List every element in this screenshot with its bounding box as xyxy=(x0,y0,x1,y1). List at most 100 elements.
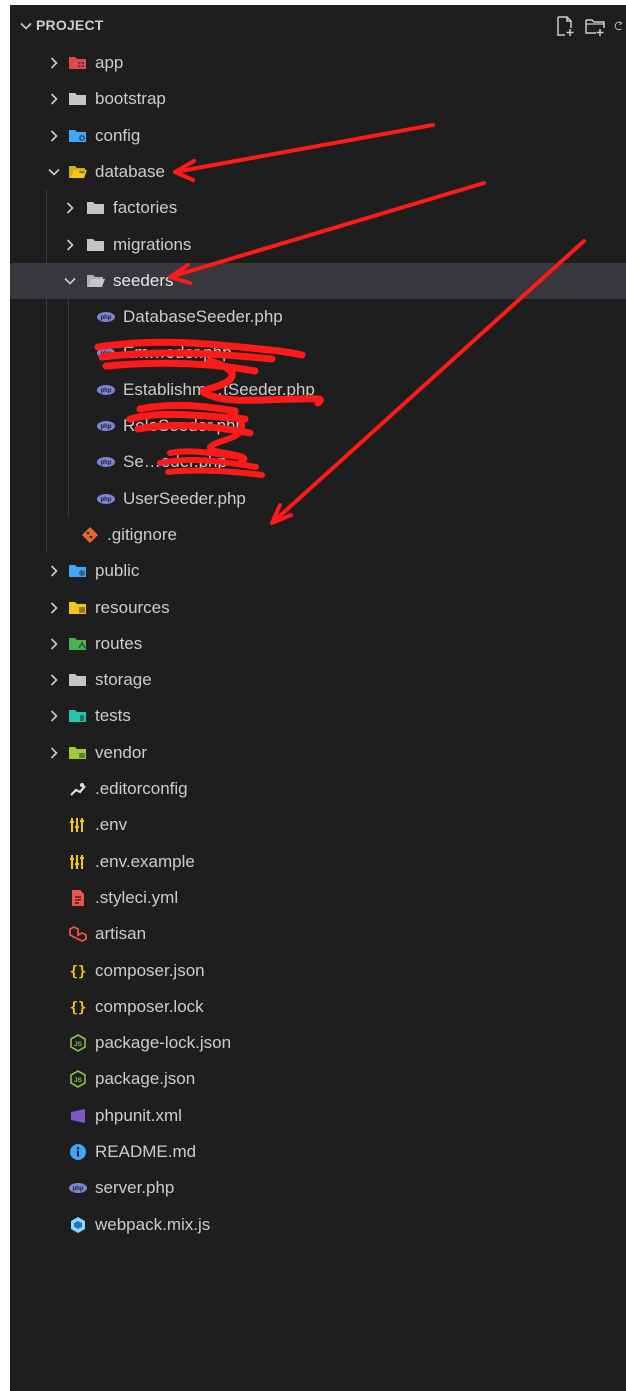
tree-file[interactable]: php DatabaseSeeder.php xyxy=(10,299,626,335)
svg-text:JS: JS xyxy=(74,1041,83,1048)
config-folder-icon xyxy=(69,129,86,142)
resources-folder-icon xyxy=(69,601,86,614)
tree-item-label: DatabaseSeeder.php xyxy=(123,307,283,327)
svg-text:{}: {} xyxy=(70,964,87,980)
tree-item-label: server.php xyxy=(95,1178,175,1198)
tree-item-label: tests xyxy=(95,706,131,726)
chevron-right-icon[interactable] xyxy=(62,200,78,216)
refresh-icon[interactable] xyxy=(614,15,626,37)
vendor-folder-icon xyxy=(69,746,86,759)
laravel-icon xyxy=(69,926,87,943)
tree-item-label: migrations xyxy=(113,234,192,254)
app-folder-icon xyxy=(69,57,86,69)
tree-folder-tests[interactable]: tests xyxy=(10,698,626,734)
tree-item-label: public xyxy=(95,561,140,581)
phpunit-icon xyxy=(71,1108,85,1123)
tree-file[interactable]: .gitignore xyxy=(10,517,626,553)
tree-item-label: UserSeeder.php xyxy=(123,488,246,508)
tree-item-label: Em…eder.php xyxy=(123,343,232,363)
yaml-file-icon xyxy=(72,889,84,906)
svg-text:php: php xyxy=(101,351,112,357)
database-folder-open-icon xyxy=(69,165,87,178)
chevron-right-icon[interactable] xyxy=(46,745,62,761)
tree-item-label: storage xyxy=(95,670,152,690)
tree-folder-database[interactable]: database xyxy=(10,154,626,190)
svg-text:php: php xyxy=(73,1186,84,1192)
tree-file[interactable]: php Em…eder.php xyxy=(10,335,626,371)
svg-text:JS: JS xyxy=(74,1077,83,1084)
tree-folder-routes[interactable]: routes xyxy=(10,626,626,662)
new-file-icon[interactable] xyxy=(554,15,576,37)
indent-guide xyxy=(46,190,47,554)
tree-file[interactable]: phpunit.xml xyxy=(10,1098,626,1134)
chevron-down-icon[interactable] xyxy=(46,164,62,180)
folder-icon xyxy=(87,202,104,215)
chevron-right-icon[interactable] xyxy=(46,672,62,688)
php-file-icon: php xyxy=(97,421,115,431)
tree-item-label: composer.lock xyxy=(95,996,204,1016)
tree-item-label: .env xyxy=(95,815,128,835)
svg-text:php: php xyxy=(101,315,112,321)
tree-item-label: Establishm…tSeeder.php xyxy=(123,379,315,399)
routes-folder-icon xyxy=(69,637,86,650)
nodejs-icon: JS xyxy=(70,1034,86,1053)
tree-folder-resources[interactable]: resources xyxy=(10,590,626,626)
tree-folder-factories[interactable]: factories xyxy=(10,190,626,226)
tree-item-label: package-lock.json xyxy=(95,1033,232,1053)
tree-folder-bootstrap[interactable]: bootstrap xyxy=(10,81,626,117)
tree-item-label: package.json xyxy=(95,1069,196,1089)
tree-file[interactable]: .editorconfig xyxy=(10,771,626,807)
tree-file[interactable]: README.md xyxy=(10,1134,626,1170)
tree-folder-seeders[interactable]: seeders xyxy=(10,262,626,299)
chevron-right-icon[interactable] xyxy=(46,708,62,724)
chevron-down-icon[interactable] xyxy=(62,273,78,289)
tree-folder-storage[interactable]: storage xyxy=(10,662,626,698)
tree-file[interactable]: .styleci.yml xyxy=(10,880,626,916)
tree-folder-vendor[interactable]: vendor xyxy=(10,735,626,771)
tree-file[interactable]: php Se…eder.php xyxy=(10,444,626,480)
tree-file[interactable]: webpack.mix.js xyxy=(10,1207,626,1243)
svg-text:php: php xyxy=(101,460,112,466)
explorer-actions xyxy=(554,15,626,39)
nodejs-icon: JS xyxy=(70,1070,86,1089)
chevron-right-icon[interactable] xyxy=(46,91,62,107)
tree-file[interactable]: php server.php xyxy=(10,1170,626,1206)
tree-item-label: vendor xyxy=(95,742,147,762)
chevron-right-icon[interactable] xyxy=(46,636,62,652)
tree-file[interactable]: php UserSeeder.php xyxy=(10,481,626,517)
tree-item-label: composer.json xyxy=(95,960,205,980)
tree-item-label: config xyxy=(95,125,141,145)
chevron-right-icon[interactable] xyxy=(46,563,62,579)
tree-file[interactable]: .env xyxy=(10,807,626,843)
folder-icon xyxy=(69,674,86,687)
json-icon: {} xyxy=(70,964,87,980)
tree-file[interactable]: php RoleSeeder.php xyxy=(10,408,626,444)
tree-file[interactable]: {} composer.json xyxy=(10,953,626,989)
tree-folder-migrations[interactable]: migrations xyxy=(10,227,626,263)
explorer-panel: PROJECT app bootstrap config database factor… xyxy=(10,5,626,1391)
chevron-right-icon[interactable] xyxy=(46,128,62,144)
tree-file[interactable]: JS package.json xyxy=(10,1061,626,1097)
chevron-right-icon[interactable] xyxy=(46,600,62,616)
tree-file[interactable]: .env.example xyxy=(10,844,626,880)
chevron-right-icon[interactable] xyxy=(62,237,78,253)
tree-folder-app[interactable]: app xyxy=(10,45,626,81)
tree-item-label: artisan xyxy=(95,924,147,944)
tree-item-label: .gitignore xyxy=(107,524,177,544)
tree-file[interactable]: JS package-lock.json xyxy=(10,1025,626,1061)
php-file-icon: php xyxy=(97,493,115,504)
tree-folder-config[interactable]: config xyxy=(10,118,626,154)
tree-file[interactable]: php Establishm…tSeeder.php xyxy=(10,372,626,408)
chevron-right-icon[interactable] xyxy=(46,55,62,71)
env-icon xyxy=(70,818,84,833)
svg-text:php: php xyxy=(101,388,112,394)
tree-file[interactable]: {} composer.lock xyxy=(10,989,626,1025)
explorer-section-header[interactable]: PROJECT xyxy=(10,5,626,49)
chevron-down-icon[interactable] xyxy=(18,18,34,34)
tree-folder-public[interactable]: public xyxy=(10,553,626,589)
tree-item-label: routes xyxy=(95,633,143,653)
indent-guide xyxy=(68,299,69,517)
new-folder-icon[interactable] xyxy=(584,15,606,37)
tree-file[interactable]: artisan xyxy=(10,916,626,952)
tree-item-label: Se…eder.php xyxy=(123,452,227,472)
